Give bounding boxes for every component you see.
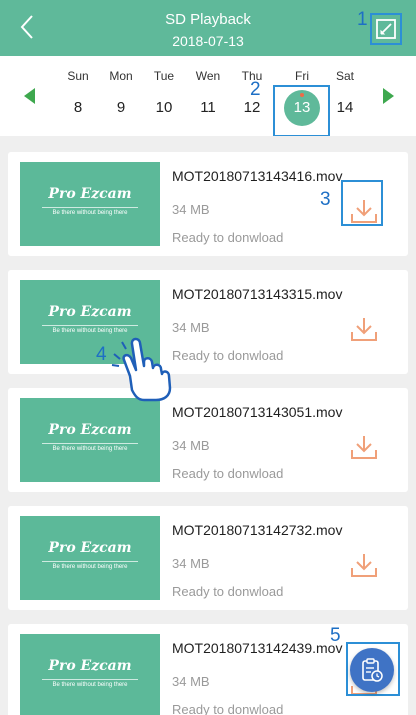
thumbnail-brand: Pro Ezcam <box>48 658 132 674</box>
day-name: Tue <box>153 69 175 83</box>
clipboard-clock-icon <box>362 658 383 682</box>
day-number: 8 <box>73 99 83 116</box>
thumbnail-divider <box>42 207 138 208</box>
recording-item[interactable]: Pro Ezcam Be there without being there M… <box>8 270 408 374</box>
recording-filename: MOT20180713143416.mov <box>172 168 343 184</box>
recording-filename: MOT20180713142439.mov <box>172 640 343 656</box>
callout-number-4: 4 <box>96 344 107 365</box>
thumbnail-tagline: Be there without being there <box>52 210 128 216</box>
thumbnail-brand: Pro Ezcam <box>48 540 132 556</box>
video-thumbnail[interactable]: Pro Ezcam Be there without being there <box>20 516 160 600</box>
callout-box-download <box>341 180 383 226</box>
video-thumbnail[interactable]: Pro Ezcam Be there without being there <box>20 634 160 715</box>
day-number: 10 <box>155 99 173 116</box>
recording-size: 34 MB <box>172 438 210 453</box>
recording-status: Ready to donwload <box>172 466 284 481</box>
download-icon[interactable] <box>350 316 378 342</box>
day-number: 11 <box>200 99 216 116</box>
recording-status: Ready to donwload <box>172 348 284 363</box>
day-name: Sun <box>67 69 89 83</box>
next-week-arrow-icon[interactable] <box>383 88 394 104</box>
callout-number-3: 3 <box>320 189 331 210</box>
thumbnail-brand: Pro Ezcam <box>48 186 132 202</box>
calendar-day[interactable]: Wen 11 <box>186 66 230 128</box>
thumbnail-tagline: Be there without being there <box>52 446 128 452</box>
day-name: Sat <box>335 69 354 83</box>
day-number: 9 <box>116 99 126 116</box>
calendar-day[interactable]: Tue 10 <box>142 66 186 128</box>
recording-size: 34 MB <box>172 202 210 217</box>
tap-hand-icon <box>111 337 172 402</box>
app-header: SD Playback 2018-07-13 <box>0 0 416 56</box>
page-title: SD Playback <box>165 11 251 28</box>
callout-number-1: 1 <box>357 9 368 30</box>
video-thumbnail[interactable]: Pro Ezcam Be there without being there <box>20 398 160 482</box>
page-date: 2018-07-13 <box>172 33 244 49</box>
thumbnail-tagline: Be there without being there <box>52 564 128 570</box>
thumbnail-divider <box>42 561 138 562</box>
recording-filename: MOT20180713143051.mov <box>172 404 343 420</box>
thumbnail-brand: Pro Ezcam <box>48 304 132 320</box>
download-icon[interactable] <box>350 434 378 460</box>
recording-item[interactable]: Pro Ezcam Be there without being there M… <box>8 388 408 492</box>
recording-size: 34 MB <box>172 556 210 571</box>
previous-week-arrow-icon[interactable] <box>24 88 35 104</box>
thumbnail-divider <box>42 325 138 326</box>
video-thumbnail[interactable]: Pro Ezcam Be there without being there <box>20 162 160 246</box>
calendar-day[interactable]: Mon 9 <box>99 66 143 128</box>
thumbnail-brand: Pro Ezcam <box>48 422 132 438</box>
callout-box-edit <box>370 13 402 45</box>
day-name: Fri <box>295 69 309 83</box>
recording-status: Ready to donwload <box>172 702 284 715</box>
recording-filename: MOT20180713142732.mov <box>172 522 343 538</box>
day-name: Wen <box>195 69 221 83</box>
calendar-day[interactable]: Sun 8 <box>56 66 100 128</box>
thumbnail-divider <box>42 679 138 680</box>
recording-size: 34 MB <box>172 674 210 689</box>
recording-status: Ready to donwload <box>172 584 284 599</box>
thumbnail-divider <box>42 443 138 444</box>
callout-box-selected-day <box>273 85 330 137</box>
thumbnail-tagline: Be there without being there <box>52 682 128 688</box>
download-icon[interactable] <box>350 552 378 578</box>
schedule-fab-button[interactable] <box>350 648 394 692</box>
recording-status: Ready to donwload <box>172 230 284 245</box>
week-calendar: Sun 8 Mon 9 Tue 10 Wen 11 Thu 12 Fri 13 … <box>0 56 416 136</box>
callout-number-5: 5 <box>330 625 341 646</box>
recording-item[interactable]: Pro Ezcam Be there without being there M… <box>8 506 408 610</box>
recording-filename: MOT20180713143315.mov <box>172 286 343 302</box>
day-name: Mon <box>109 69 133 83</box>
callout-number-2: 2 <box>250 79 261 100</box>
